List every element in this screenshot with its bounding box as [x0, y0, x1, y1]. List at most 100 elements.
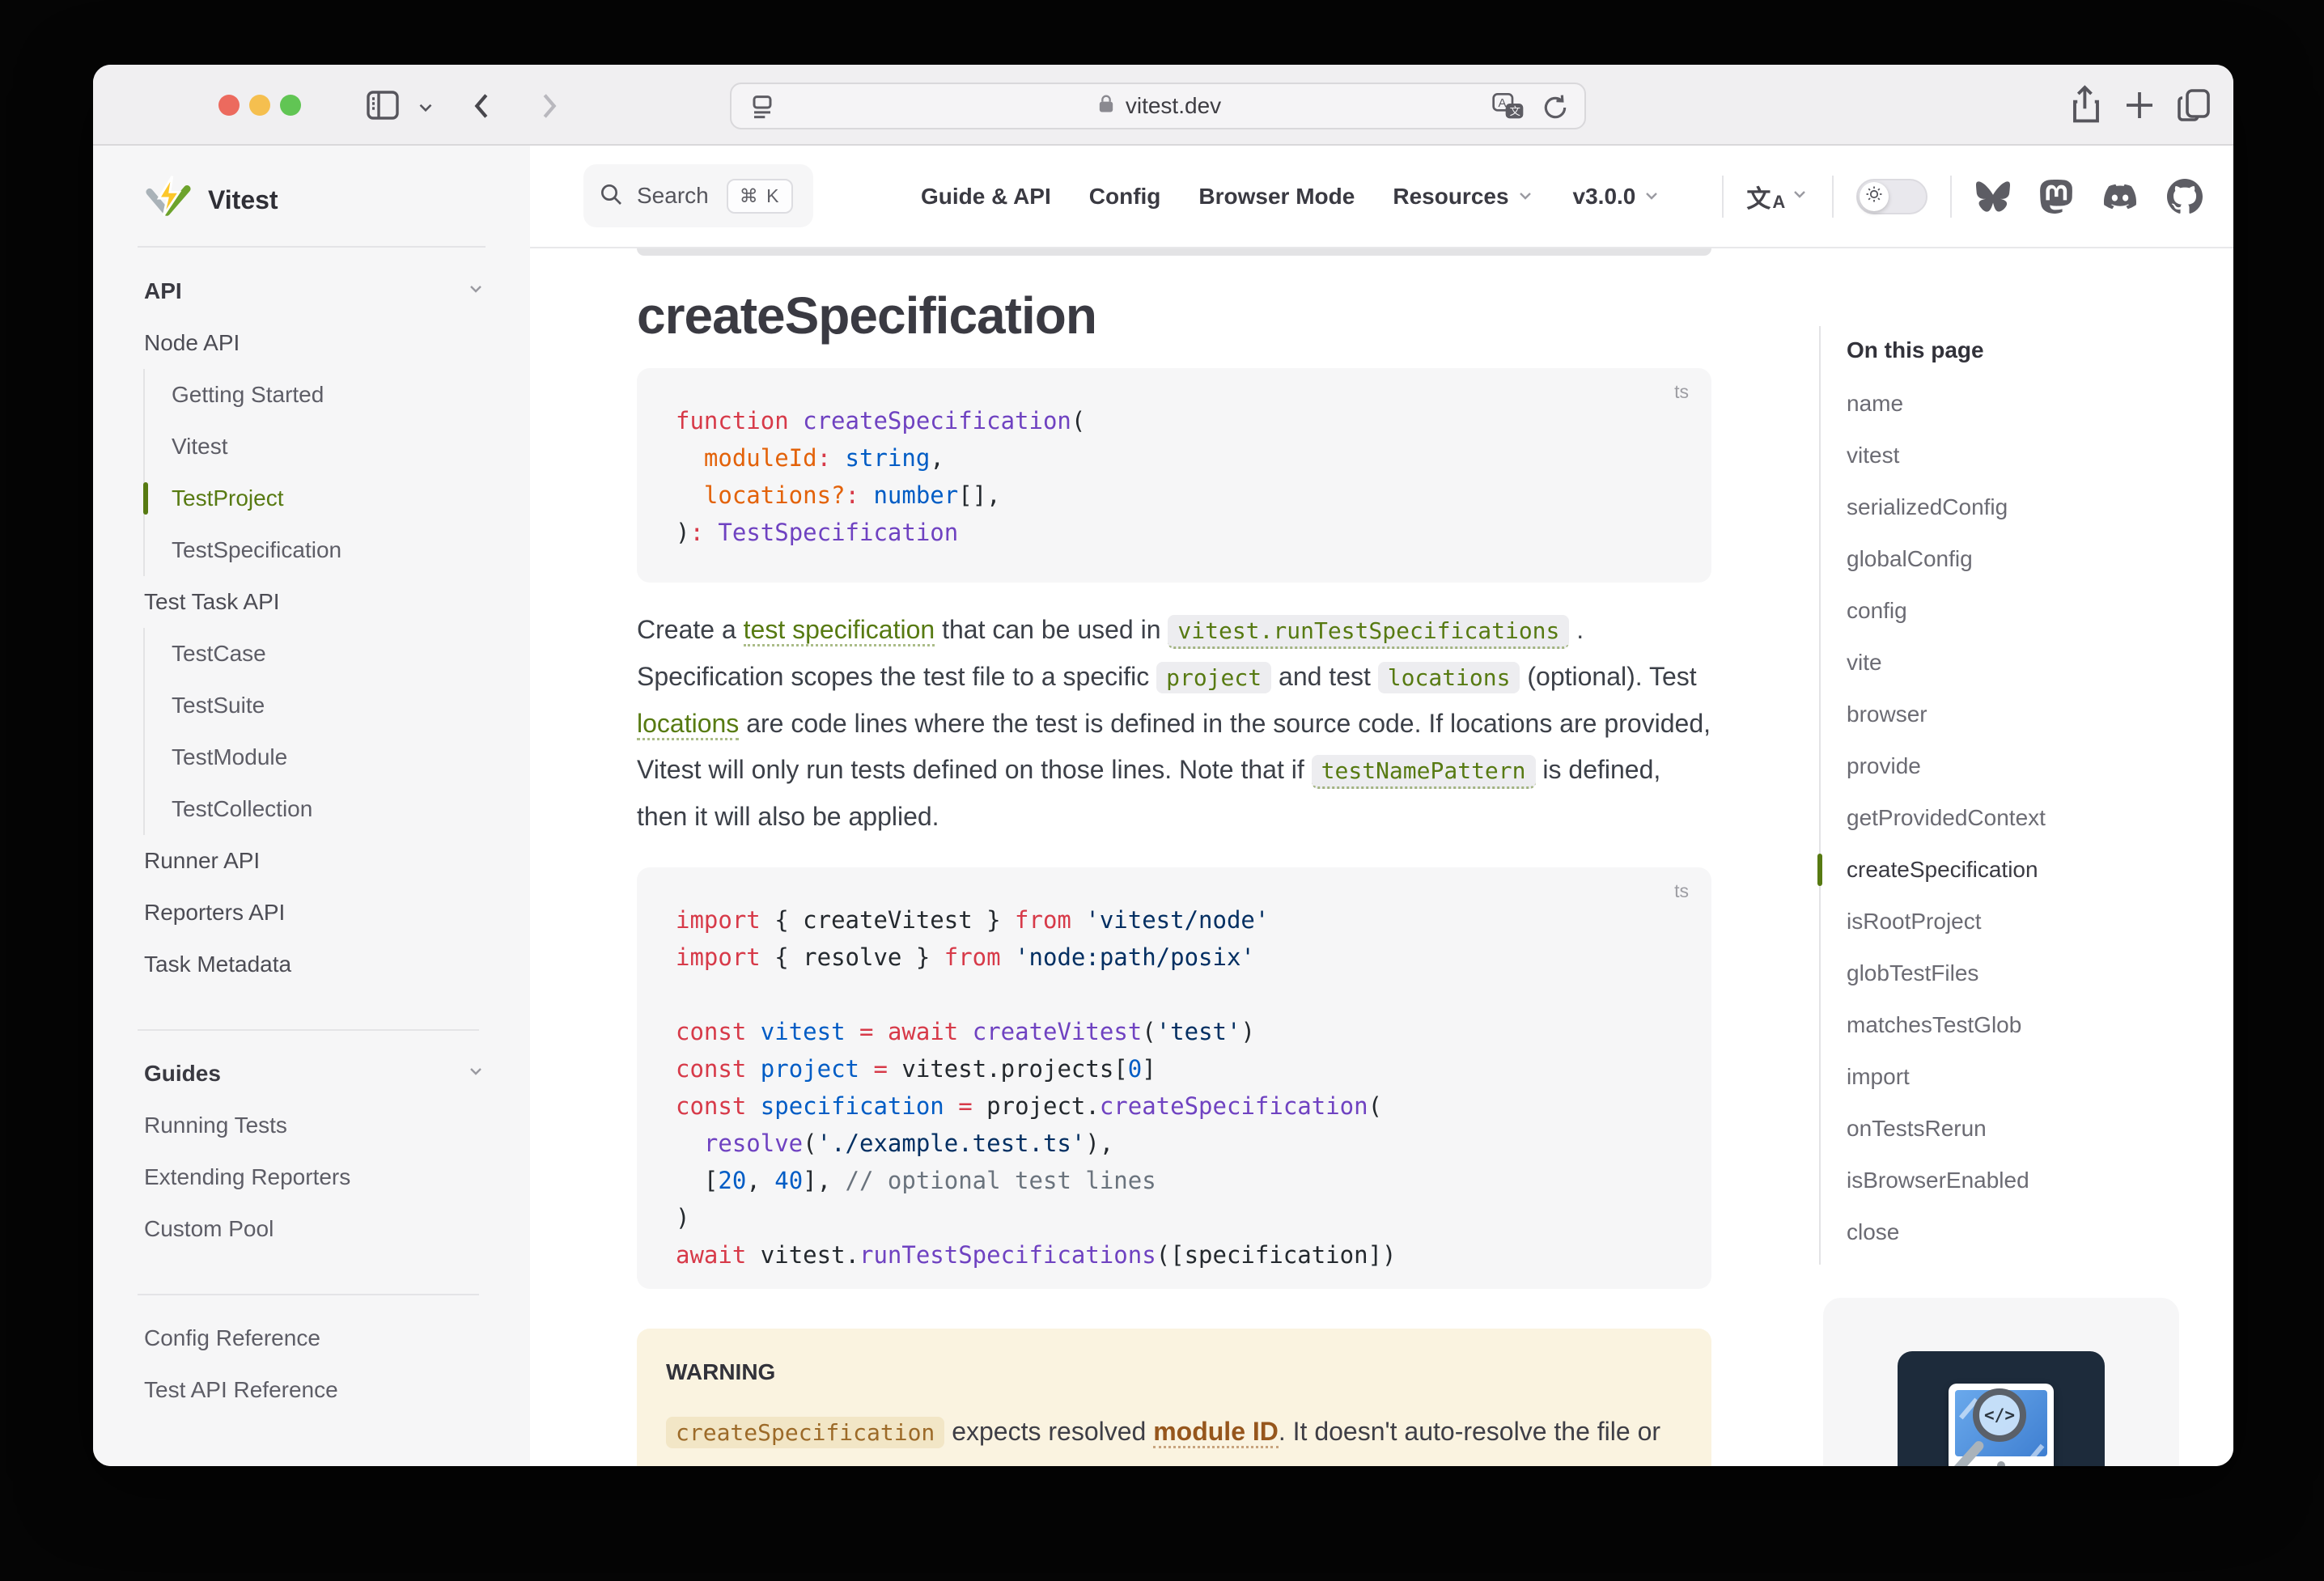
reload-icon[interactable]: [1539, 91, 1571, 128]
sidebar-item-testproject[interactable]: TestProject: [172, 473, 486, 524]
sidebar-item-custom-pool[interactable]: Custom Pool: [144, 1203, 486, 1255]
language-menu[interactable]: 文A: [1746, 179, 1809, 214]
sidebar-divider: [138, 1029, 479, 1031]
doc-content: createSpecification ts function createSp…: [530, 248, 2233, 1466]
svg-text:A: A: [1499, 96, 1507, 110]
browser-window: vitest.dev A 文: [93, 65, 2233, 1466]
nav-separator: [1722, 176, 1724, 218]
sidebar-chevron-icon[interactable]: [415, 97, 436, 118]
nav-link-v3-0-0[interactable]: v3.0.0: [1573, 182, 1662, 211]
close-window-button[interactable]: [218, 95, 240, 116]
sidebar-item-vitest[interactable]: Vitest: [172, 421, 486, 473]
outline-item-globtestfiles[interactable]: globTestFiles: [1847, 947, 2203, 999]
sidebar-item-running-tests[interactable]: Running Tests: [144, 1100, 486, 1151]
sidebar-item-testspecification[interactable]: TestSpecification: [172, 524, 486, 576]
sidebar-item-test-api-reference[interactable]: Test API Reference: [144, 1364, 486, 1416]
url-text[interactable]: vitest.dev: [1126, 93, 1221, 119]
site-title[interactable]: Vitest: [208, 185, 278, 215]
code-block-example[interactable]: ts import { createVitest } from 'vitest/…: [637, 867, 1711, 1289]
text-run: expects resolved: [944, 1417, 1153, 1446]
inline-link[interactable]: locations: [637, 709, 739, 740]
sidebar-item-testmodule[interactable]: TestModule: [172, 731, 486, 783]
sidebar-section-api[interactable]: API: [144, 265, 486, 317]
outline-item-vite[interactable]: vite: [1847, 637, 2203, 689]
nav-link-guide-api[interactable]: Guide & API: [921, 184, 1051, 210]
sidebar-toggle-icon[interactable]: [362, 84, 404, 126]
zoom-window-button[interactable]: [280, 95, 301, 116]
outline-item-isbrowserenabled[interactable]: isBrowserEnabled: [1847, 1155, 2203, 1206]
sidebar-item-testsuite[interactable]: TestSuite: [172, 680, 486, 731]
outline-divider: [1819, 326, 1821, 1265]
back-button-icon[interactable]: [464, 87, 501, 125]
address-bar[interactable]: vitest.dev A 文: [730, 83, 1586, 129]
share-icon[interactable]: [2065, 83, 2107, 128]
outline-item-config[interactable]: config: [1847, 585, 2203, 637]
github-icon[interactable]: [2167, 179, 2203, 214]
sponsor-card[interactable]: </>: [1823, 1298, 2179, 1466]
chevron-down-icon: [1642, 185, 1661, 211]
nav-link-browser-mode[interactable]: Browser Mode: [1198, 184, 1355, 210]
translate-icon[interactable]: A 文: [1491, 91, 1526, 128]
sidebar-item-extending-reporters[interactable]: Extending Reporters: [144, 1151, 486, 1203]
outline-item-createspecification[interactable]: createSpecification: [1847, 844, 2203, 896]
discord-icon[interactable]: [2101, 180, 2140, 213]
browser-toolbar: vitest.dev A 文: [93, 65, 2233, 146]
previous-code-block-edge: [637, 248, 1711, 256]
inline-code-link[interactable]: vitest.runTestSpecifications: [1168, 615, 1569, 649]
code-block-signature[interactable]: ts function createSpecification( moduleI…: [637, 368, 1711, 583]
sun-icon: [1864, 184, 1884, 208]
nav-link-resources[interactable]: Resources: [1393, 182, 1534, 211]
nav-separator: [1832, 176, 1834, 218]
outline-item-import[interactable]: import: [1847, 1051, 2203, 1103]
svg-text:文: 文: [1510, 105, 1520, 117]
sidebar-item-getting-started[interactable]: Getting Started: [172, 369, 486, 421]
outline-item-browser[interactable]: browser: [1847, 689, 2203, 740]
outline-item-serializedconfig[interactable]: serializedConfig: [1847, 481, 2203, 533]
outline-item-vitest[interactable]: vitest: [1847, 430, 2203, 481]
sidebar-item-testcase[interactable]: TestCase: [172, 628, 486, 680]
outline-item-close[interactable]: close: [1847, 1206, 2203, 1258]
forward-button-icon: [530, 87, 567, 125]
new-tab-icon[interactable]: [2120, 86, 2159, 125]
text-run: and test: [1271, 662, 1378, 691]
warning-title: WARNING: [666, 1359, 1682, 1385]
text-run: Create a: [637, 615, 744, 644]
outline-items: namevitestserializedConfigglobalConfigco…: [1847, 378, 2203, 1258]
sidebar-item-task-metadata[interactable]: Task Metadata: [144, 939, 486, 990]
outline-item-globalconfig[interactable]: globalConfig: [1847, 533, 2203, 585]
sponsor-image: </>: [1898, 1351, 2105, 1466]
tab-overview-icon[interactable]: [2173, 84, 2215, 126]
inline-code-link[interactable]: testNamePattern: [1312, 755, 1536, 789]
outline-item-matchestestglob[interactable]: matchesTestGlob: [1847, 999, 2203, 1051]
chevron-down-icon: [466, 1061, 486, 1087]
theme-toggle[interactable]: [1856, 179, 1927, 214]
outline-item-name[interactable]: name: [1847, 378, 2203, 430]
outline-item-getprovidedcontext[interactable]: getProvidedContext: [1847, 792, 2203, 844]
sidebar-item-node-api[interactable]: Node API: [144, 317, 486, 369]
sidebar-item-runner-api[interactable]: Runner API: [144, 835, 486, 887]
outline-item-isrootproject[interactable]: isRootProject: [1847, 896, 2203, 947]
social-links: [1974, 179, 2203, 214]
search-button[interactable]: Search ⌘ K: [583, 164, 813, 227]
sidebar-item-reporters-api[interactable]: Reporters API: [144, 887, 486, 939]
sidebar-nav: APINode APIGetting StartedVitestTestProj…: [93, 248, 530, 1416]
bluesky-icon[interactable]: [1974, 180, 2012, 214]
search-shortcut-kbd: ⌘ K: [727, 179, 794, 214]
code-lang-badge: ts: [1674, 880, 1689, 902]
chevron-down-icon: [1516, 185, 1535, 211]
sidebar-item-test-task-api[interactable]: Test Task API: [144, 576, 486, 628]
inline-link[interactable]: module ID: [1153, 1417, 1279, 1448]
minimize-window-button[interactable]: [249, 95, 270, 116]
sidebar-item-config-reference[interactable]: Config Reference: [144, 1312, 486, 1364]
sidebar-section-guides[interactable]: Guides: [144, 1048, 486, 1100]
inline-link[interactable]: test specification: [744, 615, 935, 646]
nav-link-config[interactable]: Config: [1089, 184, 1161, 210]
mastodon-icon[interactable]: [2039, 179, 2073, 214]
sidebar-item-testcollection[interactable]: TestCollection: [172, 783, 486, 835]
vitest-logo[interactable]: Vitest: [143, 175, 278, 226]
lock-icon: [1095, 92, 1117, 121]
outline-item-ontestsrerun[interactable]: onTestsRerun: [1847, 1103, 2203, 1155]
outline-item-provide[interactable]: provide: [1847, 740, 2203, 792]
outline-title: On this page: [1847, 337, 1984, 363]
sidebar-group: Getting StartedVitestTestProjectTestSpec…: [143, 369, 486, 576]
